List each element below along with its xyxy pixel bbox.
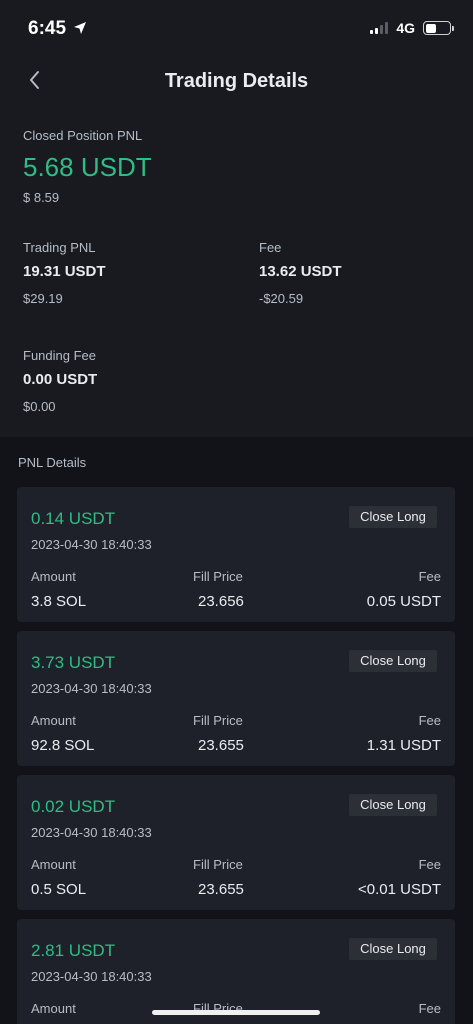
amount-value: 0.5 SOL [31,881,87,898]
fee-header: Fee [418,713,441,728]
closed-pnl-usd: $ 8.59 [23,190,60,205]
fee-value: 13.62 USDT [259,263,342,280]
card-pnl: 0.02 USDT [31,797,116,816]
battery-icon [423,21,454,35]
funding-fee-value: 0.00 USDT [23,371,98,388]
fee-header: Fee [418,1001,441,1016]
card-time: 2023-04-30 18:40:33 [31,825,152,840]
pnl-details-section: PNL Details 0.14 USDT 2023-04-30 18:40:3… [0,437,473,1024]
fill-price-value: 23.655 [198,881,244,898]
card-pnl: 3.73 USDT [31,653,116,672]
fee-header: Fee [418,569,441,584]
fill-price-value: 23.656 [198,593,244,610]
pnl-detail-card[interactable]: 0.02 USDT 2023-04-30 18:40:33 Close Long… [17,775,455,910]
card-time: 2023-04-30 18:40:33 [31,681,152,696]
fee-value: <0.01 USDT [358,881,441,898]
card-time: 2023-04-30 18:40:33 [31,969,152,984]
clock-text: 6:45 [28,18,67,39]
network-type: 4G [396,20,415,36]
status-indicators: 4G [370,20,454,36]
funding-fee-label: Funding Fee [23,348,96,363]
card-pnl: 2.81 USDT [31,941,116,960]
status-time: 6:45 [28,18,87,40]
fill-price-value: 23.655 [198,737,244,754]
pnl-detail-card[interactable]: 2.81 USDT 2023-04-30 18:40:33 Close Long… [17,919,455,1024]
amount-header: Amount [31,569,76,584]
amount-header: Amount [31,713,76,728]
pnl-details-title: PNL Details [18,455,87,470]
trading-pnl-usd: $29.19 [23,291,63,306]
close-long-tag: Close Long [349,650,437,672]
trading-pnl-label: Trading PNL [23,240,96,255]
pnl-detail-card[interactable]: 0.14 USDT 2023-04-30 18:40:33 Close Long… [17,487,455,622]
card-time: 2023-04-30 18:40:33 [31,537,152,552]
amount-header: Amount [31,857,76,872]
amount-value: 3.8 SOL [31,593,87,610]
pnl-detail-card[interactable]: 3.73 USDT 2023-04-30 18:40:33 Close Long… [17,631,455,766]
card-pnl: 0.14 USDT [31,509,116,528]
fee-usd: -$20.59 [259,291,304,306]
status-bar: 6:45 4G [0,0,473,56]
trading-pnl-value: 19.31 USDT [23,263,106,280]
close-long-tag: Close Long [349,794,437,816]
signal-icon [370,22,389,34]
fill-price-header: Fill Price [193,569,243,584]
nav-bar: Trading Details [0,60,473,104]
closed-pnl-label: Closed Position PNL [23,128,143,143]
location-arrow-icon [74,22,87,34]
closed-pnl-value: 5.68 USDT [23,152,152,182]
fee-header: Fee [418,857,441,872]
fee-label: Fee [259,240,282,255]
funding-fee-usd: $0.00 [23,399,56,414]
amount-header: Amount [31,1001,76,1016]
pnl-summary: Closed Position PNL 5.68 USDT $ 8.59 Tra… [0,110,473,437]
close-long-tag: Close Long [349,506,437,528]
fee-value: 0.05 USDT [366,593,441,610]
fill-price-header: Fill Price [193,857,243,872]
fee-value: 1.31 USDT [366,737,441,754]
amount-value: 92.8 SOL [31,737,95,754]
home-indicator[interactable] [152,1010,320,1015]
close-long-tag: Close Long [349,938,437,960]
page-title: Trading Details [164,70,309,92]
fill-price-header: Fill Price [193,713,243,728]
